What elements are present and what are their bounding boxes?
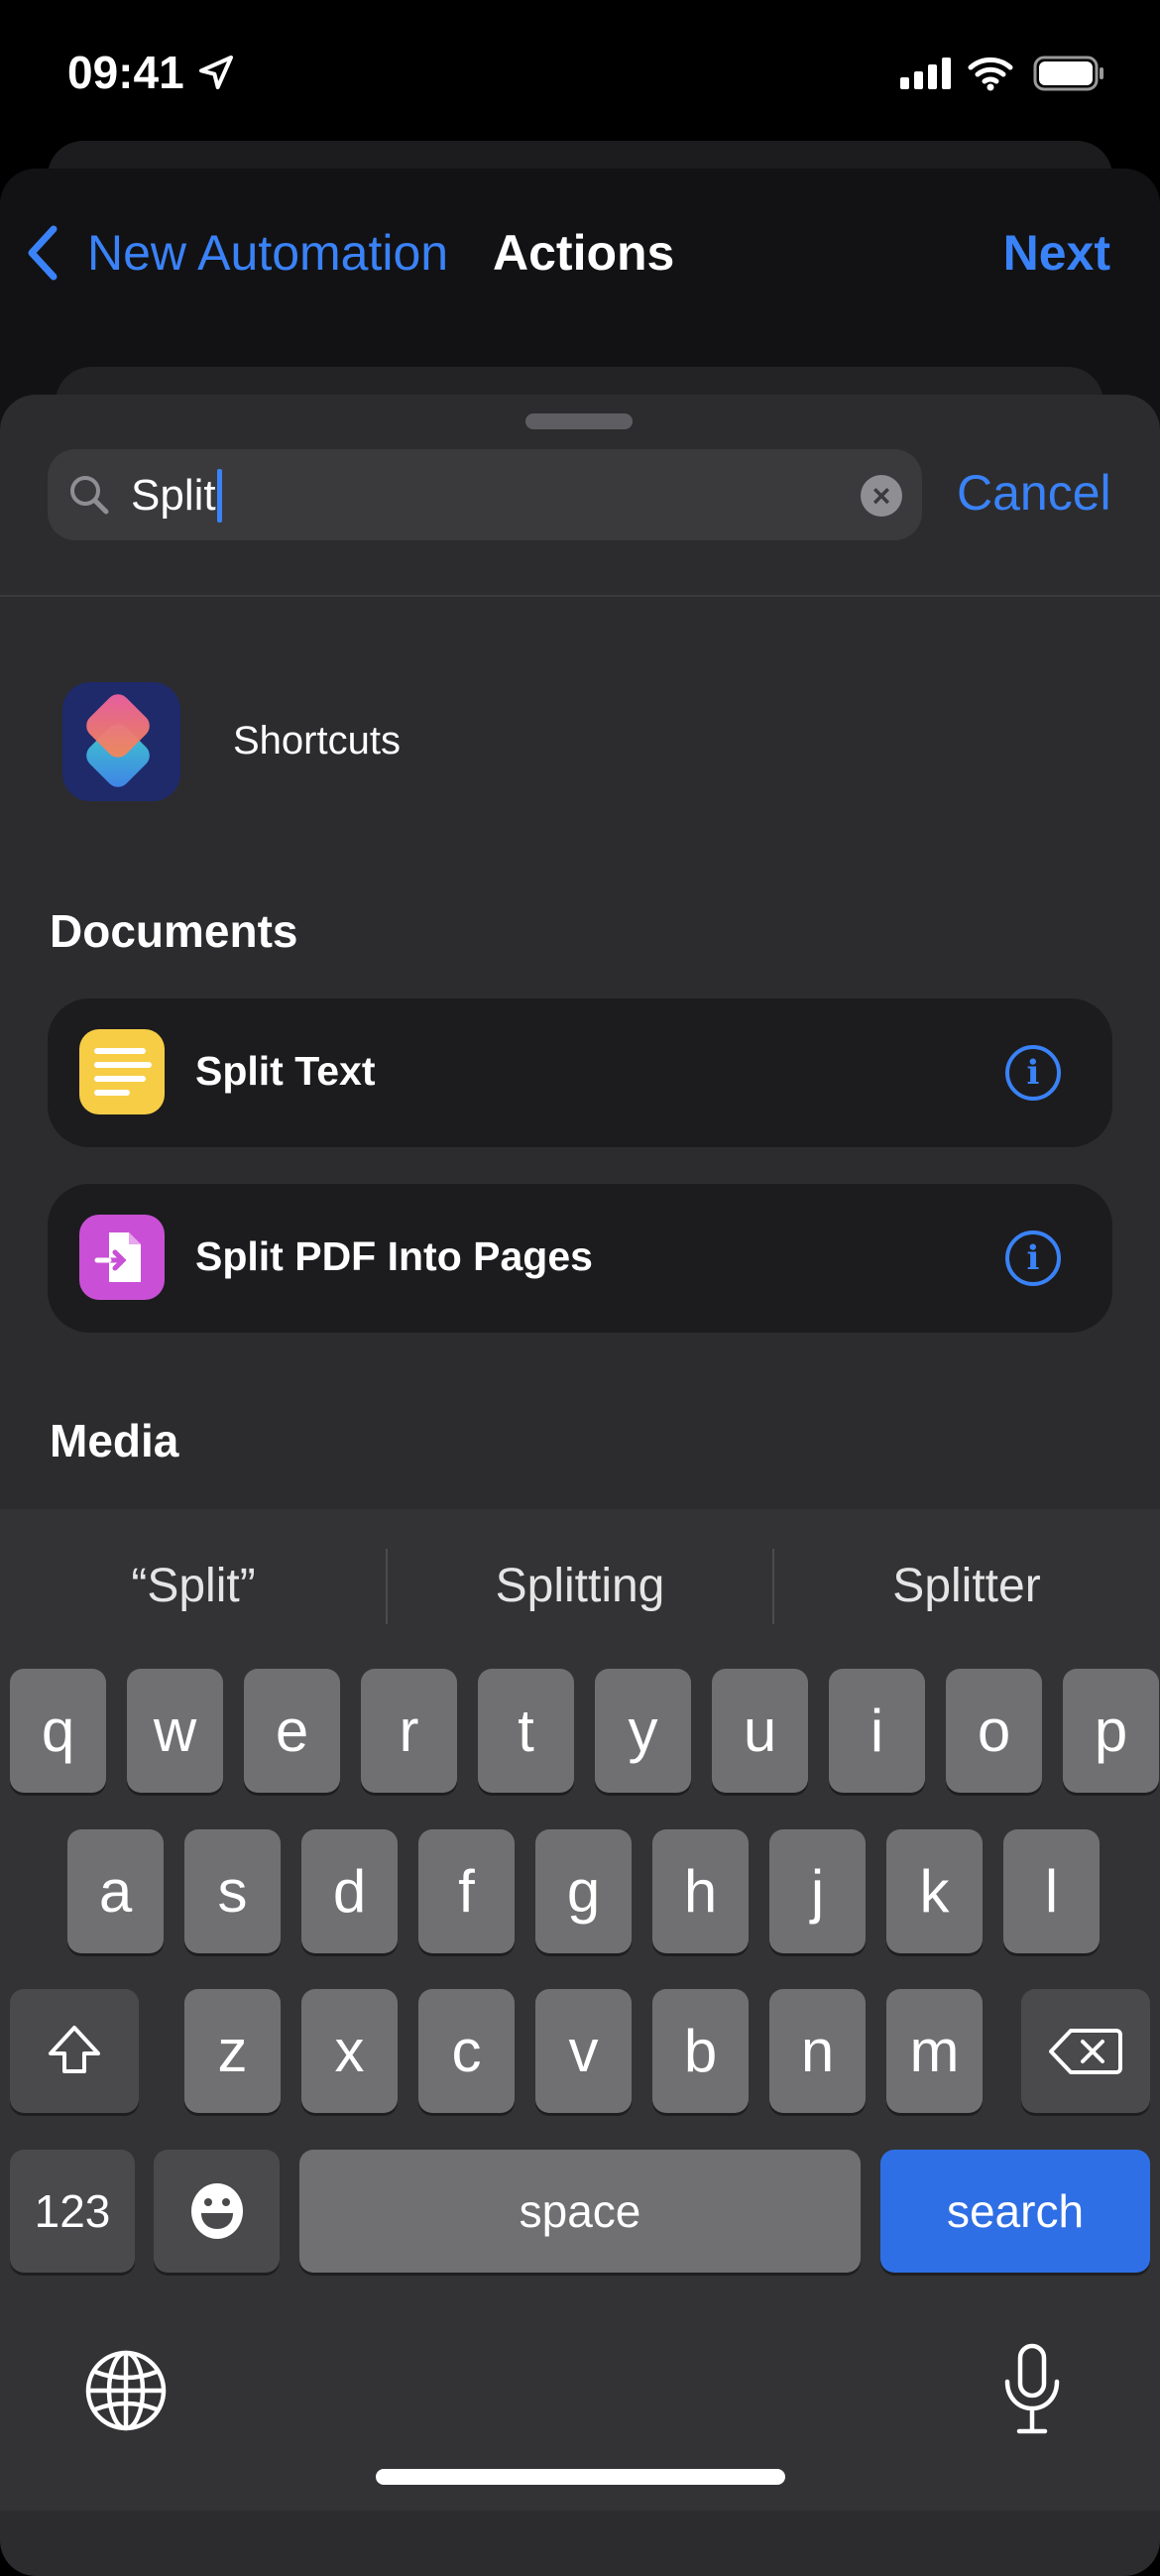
search-value: Split (131, 471, 216, 520)
info-icon[interactable]: i (1005, 1045, 1061, 1101)
status-time: 09:41 (67, 46, 236, 99)
action-label: Split PDF Into Pages (195, 1233, 593, 1279)
key-r[interactable]: r (361, 1669, 457, 1793)
key-o[interactable]: o (946, 1669, 1042, 1793)
page-title: Actions (493, 225, 675, 281)
text-lines-icon (79, 1029, 165, 1114)
emoji-key[interactable] (154, 2150, 280, 2273)
sheet-grabber[interactable] (525, 413, 633, 429)
key-h[interactable]: h (652, 1829, 749, 1953)
action-label: Split Text (195, 1048, 376, 1094)
section-title-media: Media (50, 1415, 179, 1466)
chevron-left-icon (28, 225, 58, 281)
pdf-split-icon (79, 1215, 165, 1300)
key-k[interactable]: k (886, 1829, 983, 1953)
key-u[interactable]: u (712, 1669, 808, 1793)
home-indicator[interactable] (376, 2469, 785, 2485)
key-w[interactable]: w (127, 1669, 223, 1793)
key-p[interactable]: p (1063, 1669, 1159, 1793)
key-j[interactable]: j (769, 1829, 866, 1953)
divider (0, 595, 1160, 597)
wifi-icon (968, 57, 1013, 91)
key-b[interactable]: b (652, 1989, 749, 2113)
key-s[interactable]: s (184, 1829, 281, 1953)
shift-icon (49, 2025, 100, 2073)
app-result-label[interactable]: Shortcuts (233, 719, 401, 763)
emoji-icon (190, 2183, 243, 2239)
cancel-button[interactable]: Cancel (957, 464, 1111, 522)
backspace-icon (1049, 2028, 1122, 2074)
info-icon[interactable]: i (1005, 1230, 1061, 1286)
key-l[interactable]: l (1003, 1829, 1100, 1953)
back-label: New Automation (87, 225, 449, 281)
action-split-pdf[interactable]: Split PDF Into Pages i (48, 1184, 1112, 1333)
key-v[interactable]: v (535, 1989, 632, 2113)
key-g[interactable]: g (535, 1829, 632, 1953)
key-d[interactable]: d (301, 1829, 398, 1953)
signal-icon (900, 58, 951, 89)
search-icon (70, 476, 109, 515)
shortcuts-app-icon[interactable] (62, 682, 180, 801)
text-caret (216, 469, 222, 523)
shift-key[interactable] (10, 1989, 139, 2113)
action-split-text[interactable]: Split Text i (48, 998, 1112, 1147)
suggestion-3[interactable]: Splitter (773, 1559, 1160, 1613)
suggestion-1[interactable]: “Split” (0, 1559, 387, 1613)
key-q[interactable]: q (10, 1669, 106, 1793)
key-n[interactable]: n (769, 1989, 866, 2113)
key-x[interactable]: x (301, 1989, 398, 2113)
space-key[interactable]: space (299, 2150, 861, 2273)
section-title-documents: Documents (50, 905, 298, 957)
key-a[interactable]: a (67, 1829, 164, 1953)
key-m[interactable]: m (886, 1989, 983, 2113)
key-e[interactable]: e (244, 1669, 340, 1793)
search-input[interactable]: Split × (48, 449, 922, 540)
key-z[interactable]: z (184, 1989, 281, 2113)
back-button[interactable]: New Automation (24, 220, 448, 286)
next-button[interactable]: Next (1003, 224, 1110, 282)
battery-icon (1033, 56, 1103, 91)
key-c[interactable]: c (418, 1989, 515, 2113)
clear-icon[interactable]: × (861, 475, 902, 517)
key-f[interactable]: f (418, 1829, 515, 1953)
microphone-icon[interactable] (1001, 2342, 1063, 2437)
numbers-key[interactable]: 123 (10, 2150, 135, 2273)
key-t[interactable]: t (478, 1669, 574, 1793)
location-arrow-icon (199, 56, 234, 89)
globe-icon[interactable] (85, 2350, 167, 2431)
search-key[interactable]: search (880, 2150, 1150, 2273)
suggestion-2[interactable]: Splitting (387, 1559, 773, 1613)
key-y[interactable]: y (595, 1669, 691, 1793)
key-i[interactable]: i (829, 1669, 925, 1793)
backspace-key[interactable] (1021, 1989, 1150, 2113)
